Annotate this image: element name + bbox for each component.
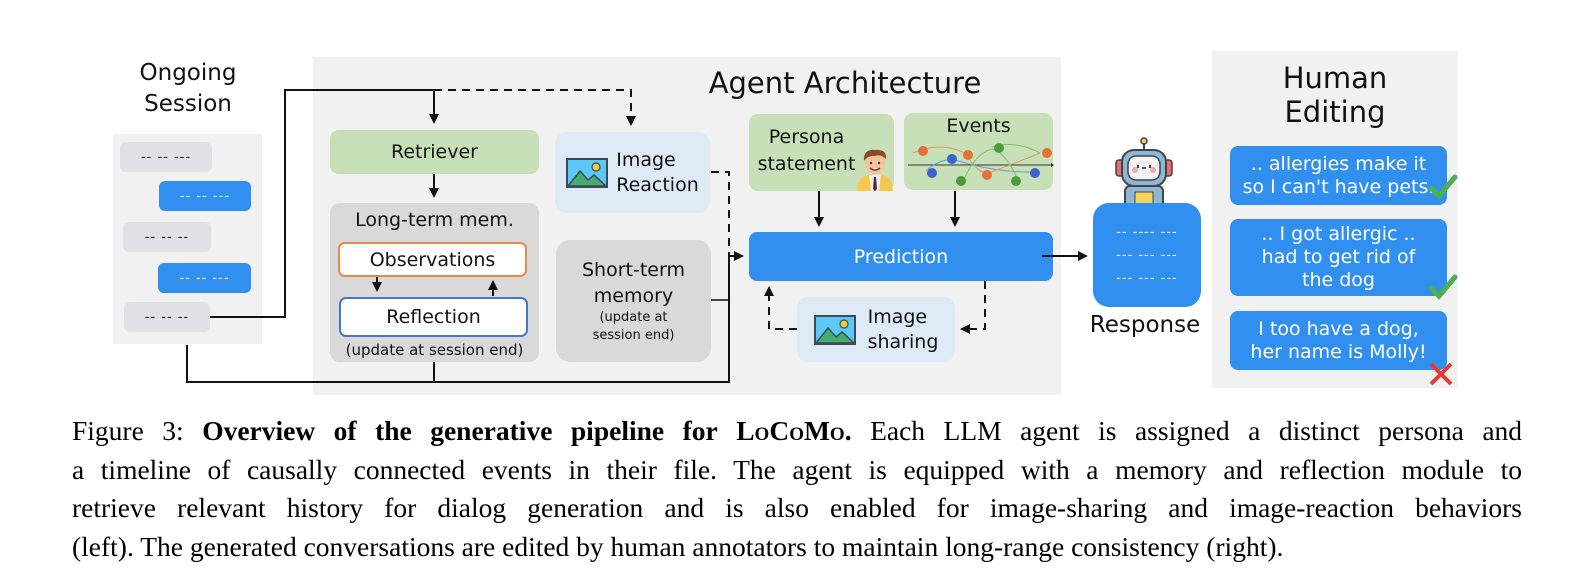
caption-line: Figure 3: Overview of the generative pip… xyxy=(72,412,1522,451)
session-to-retriever-arrow xyxy=(210,89,439,318)
figure-caption: Figure 3: Overview of the generative pip… xyxy=(72,412,1522,566)
caption-text: Each LLM agent is assigned a distinct pe… xyxy=(870,415,1523,446)
caption-name: LoCoMo. xyxy=(736,415,852,446)
image-sharing-to-prediction-arrow xyxy=(764,286,797,330)
session-to-image-reaction-arrow xyxy=(434,89,636,126)
caption-line: retrieve relevant history for dialog gen… xyxy=(72,492,1522,523)
caption-label: Figure 3: xyxy=(72,415,184,446)
caption-line: (left). The generated conversations are … xyxy=(72,530,1284,562)
prediction-to-image-sharing-arrow xyxy=(960,281,986,334)
caption-bold: Overview of the generative pipeline for xyxy=(202,415,718,446)
image-reaction-to-prediction xyxy=(711,171,730,256)
session-bottom-loop xyxy=(186,251,744,383)
caption-line: a timeline of causally connected events … xyxy=(72,453,1522,485)
